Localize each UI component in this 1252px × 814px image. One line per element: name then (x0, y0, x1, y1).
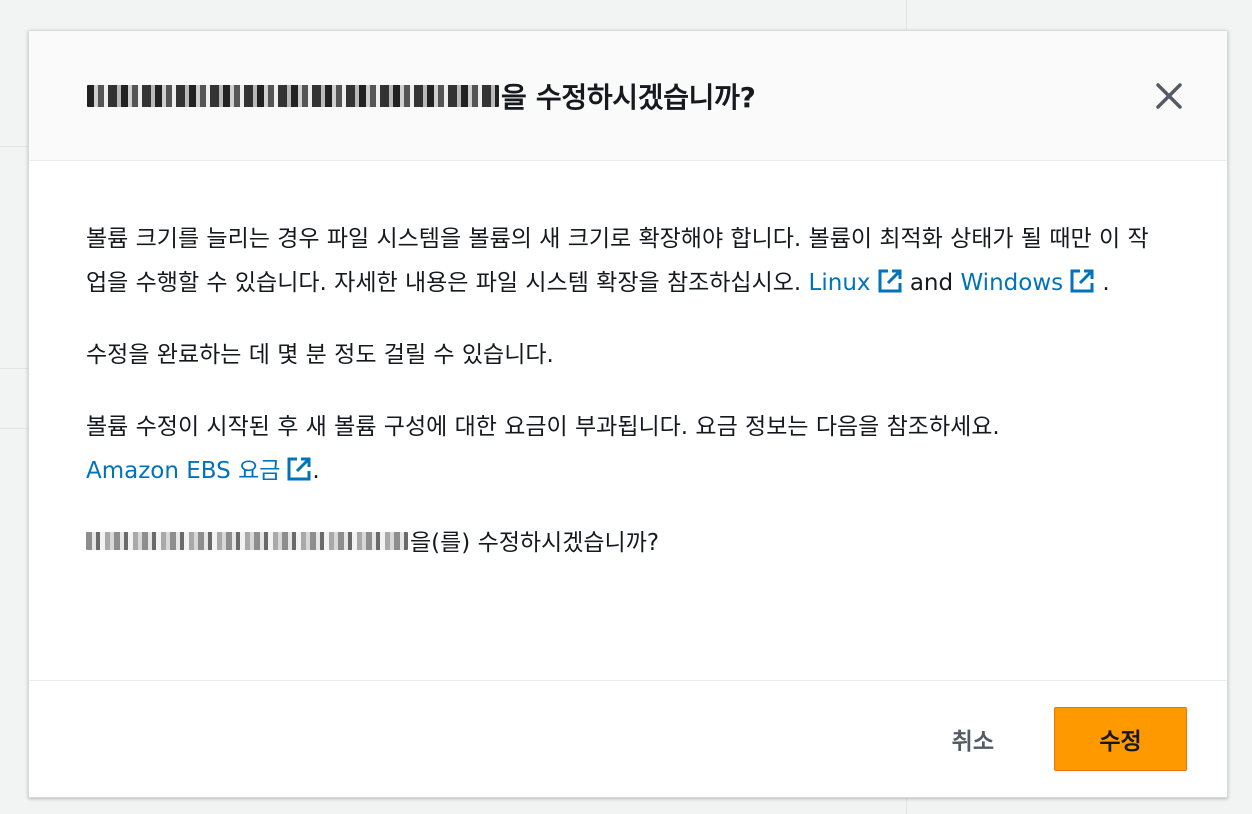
external-link-icon (287, 457, 311, 481)
external-link-icon (878, 269, 902, 293)
filesystem-extend-paragraph: 볼륨 크기를 늘리는 경우 파일 시스템을 볼륨의 새 크기로 확장해야 합니다… (86, 217, 1169, 305)
paragraph-text: 볼륨 수정이 시작된 후 새 볼륨 구성에 대한 요금이 부과됩니다. 요금 정… (86, 414, 1000, 440)
linux-link[interactable]: Linux (808, 269, 903, 296)
background-divider (0, 146, 28, 147)
dialog-header: 을 수정하시겠습니까? (29, 31, 1227, 161)
confirm-paragraph: 을(를) 수정하시겠습니까? (86, 521, 1169, 565)
windows-link-label: Windows (960, 270, 1064, 296)
duration-paragraph: 수정을 완료하는 데 몇 분 정도 걸릴 수 있습니다. (86, 342, 554, 368)
modify-volume-dialog: 을 수정하시겠습니까? 볼륨 크기를 늘리는 경우 파일 시스템을 볼륨의 새 … (28, 30, 1228, 798)
dialog-footer: 취소 수정 (29, 680, 1227, 797)
dialog-title: 을 수정하시겠습니까? (501, 80, 756, 114)
cancel-button[interactable]: 취소 (922, 707, 1024, 771)
dialog-body: 볼륨 크기를 늘리는 경우 파일 시스템을 볼륨의 새 크기로 확장해야 합니다… (29, 161, 1227, 680)
background-divider (0, 368, 28, 369)
background-divider (0, 428, 28, 429)
linux-link-label: Linux (808, 270, 871, 296)
period-text: . (312, 458, 320, 484)
modify-button[interactable]: 수정 (1054, 707, 1187, 771)
redacted-volume-id (86, 532, 408, 550)
dialog-title-wrap: 을 수정하시겠습니까? (87, 76, 1199, 116)
and-text: and (902, 270, 961, 296)
background-divider (906, 798, 907, 814)
external-link-icon (1070, 269, 1094, 293)
windows-link[interactable]: Windows (960, 269, 1095, 296)
background-divider (906, 0, 907, 30)
ebs-pricing-link-label: Amazon EBS 요금 (86, 458, 281, 484)
period-text: . (1095, 270, 1110, 296)
redacted-volume-id (87, 84, 499, 107)
pricing-paragraph: 볼륨 수정이 시작된 후 새 볼륨 구성에 대한 요금이 부과됩니다. 요금 정… (86, 405, 1169, 493)
ebs-pricing-link[interactable]: Amazon EBS 요금 (86, 457, 312, 484)
close-button[interactable] (1149, 76, 1189, 116)
confirm-question: 을(를) 수정하시겠습니까? (410, 530, 660, 556)
close-icon (1156, 83, 1182, 109)
